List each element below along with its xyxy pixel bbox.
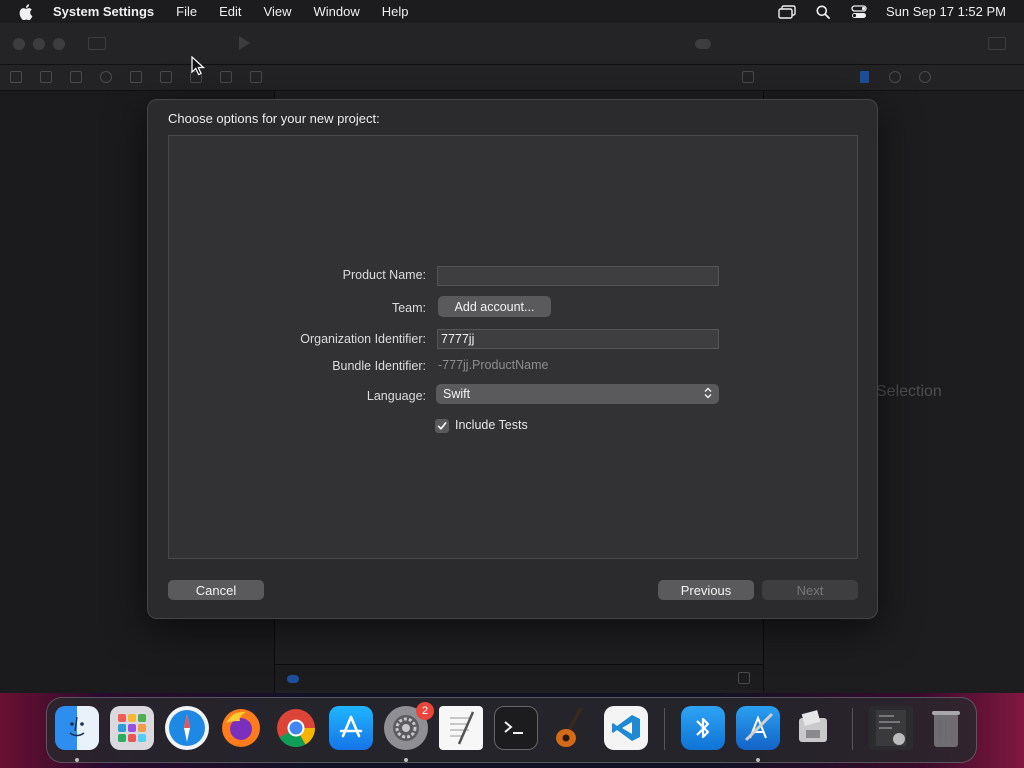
garageband-icon[interactable] xyxy=(549,706,593,750)
debug-area-bar xyxy=(275,664,763,690)
menu-help[interactable]: Help xyxy=(382,4,409,19)
close-window-icon[interactable] xyxy=(13,38,25,50)
zoom-window-icon[interactable] xyxy=(53,38,65,50)
dock-separator xyxy=(664,708,665,750)
menu-app-name[interactable]: System Settings xyxy=(53,4,154,19)
language-label: Language: xyxy=(366,389,426,403)
finder-icon[interactable] xyxy=(55,706,99,750)
apple-menu-icon[interactable] xyxy=(17,3,35,21)
report-navigator-icon[interactable] xyxy=(250,71,262,83)
menu-bar-clock[interactable]: Sun Sep 17 1:52 PM xyxy=(886,4,1006,19)
menu-bar: System Settings File Edit View Window He… xyxy=(0,0,1024,23)
menu-window[interactable]: Window xyxy=(313,4,359,19)
breakpoint-navigator-icon[interactable] xyxy=(220,71,232,83)
firefox-icon[interactable] xyxy=(219,706,263,750)
language-popup[interactable]: Swift xyxy=(436,384,719,404)
language-popup-value: Swift xyxy=(443,387,471,401)
cancel-button[interactable]: Cancel xyxy=(168,580,264,600)
file-inspector-icon[interactable] xyxy=(860,71,869,83)
organization-identifier-label: Organization Identifier: xyxy=(300,332,426,346)
inspector-toggle-icon[interactable] xyxy=(988,37,1006,50)
xcode-icon[interactable] xyxy=(736,706,780,750)
add-account-button[interactable]: Add account... xyxy=(438,296,551,317)
terminal-icon[interactable] xyxy=(494,706,538,750)
include-tests-checkbox[interactable] xyxy=(435,419,449,433)
new-project-options-sheet: Choose options for your new project: Pro… xyxy=(147,99,878,619)
team-label: Team: xyxy=(391,301,426,315)
debug-area-toggle-icon[interactable] xyxy=(738,672,750,684)
launchpad-icon[interactable] xyxy=(110,706,154,750)
app-store-icon[interactable] xyxy=(329,706,373,750)
chevron-up-down-icon xyxy=(704,387,712,402)
dialog-title: Choose options for your new project: xyxy=(168,111,380,126)
checkmark-icon xyxy=(437,422,447,430)
downloads-stack-icon[interactable] xyxy=(869,706,913,750)
next-button[interactable]: Next xyxy=(762,580,858,600)
organization-identifier-field[interactable] xyxy=(437,329,719,349)
dock-separator-2 xyxy=(852,708,853,750)
bundle-identifier-label: Bundle Identifier: xyxy=(332,359,426,373)
xcode-toolbar xyxy=(0,23,1024,65)
textedit-icon[interactable] xyxy=(439,706,483,750)
sidebar-toggle-icon[interactable] xyxy=(88,37,106,50)
system-settings-badge: 2 xyxy=(416,702,434,720)
include-tests-label[interactable]: Include Tests xyxy=(455,418,528,432)
finder-running-indicator xyxy=(75,758,79,762)
safari-icon[interactable] xyxy=(165,706,209,750)
xcode-navigator-bar xyxy=(0,65,1024,91)
previous-button[interactable]: Previous xyxy=(658,580,754,600)
product-name-label: Product Name: xyxy=(342,268,426,282)
screen-mirroring-icon[interactable] xyxy=(778,4,796,20)
find-navigator-icon[interactable] xyxy=(100,71,112,83)
control-center-icon[interactable] xyxy=(850,4,868,20)
issue-navigator-icon[interactable] xyxy=(130,71,142,83)
filter-indicator-icon xyxy=(287,675,299,683)
trash-icon[interactable] xyxy=(924,706,968,750)
folder-navigator-icon[interactable] xyxy=(10,71,22,83)
editor-options-icon[interactable] xyxy=(742,71,754,83)
mouse-pointer-icon xyxy=(191,56,205,76)
test-navigator-icon[interactable] xyxy=(160,71,172,83)
run-icon[interactable] xyxy=(239,36,250,50)
boot-camp-assistant-icon[interactable] xyxy=(791,706,835,750)
bluetooth-icon[interactable] xyxy=(681,706,725,750)
xcode-running-indicator xyxy=(756,758,760,762)
history-inspector-icon[interactable] xyxy=(889,71,901,83)
bundle-identifier-value: -777jj.ProductName xyxy=(438,358,549,372)
menu-edit[interactable]: Edit xyxy=(219,4,241,19)
vscode-icon[interactable] xyxy=(604,706,648,750)
menu-view[interactable]: View xyxy=(264,4,292,19)
dock: 2 xyxy=(46,697,977,763)
quick-help-icon[interactable] xyxy=(919,71,931,83)
symbol-navigator-icon[interactable] xyxy=(70,71,82,83)
chrome-icon[interactable] xyxy=(274,706,318,750)
no-selection-label: Selection xyxy=(876,383,942,400)
product-name-field[interactable] xyxy=(437,266,719,286)
source-control-navigator-icon[interactable] xyxy=(40,71,52,83)
spotlight-search-icon[interactable] xyxy=(814,4,832,20)
cloud-icon xyxy=(695,39,711,49)
menu-file[interactable]: File xyxy=(176,4,197,19)
project-options-panel: Product Name: Team: Add account... Organ… xyxy=(168,135,858,559)
system-settings-running-indicator xyxy=(404,758,408,762)
minimize-window-icon[interactable] xyxy=(33,38,45,50)
